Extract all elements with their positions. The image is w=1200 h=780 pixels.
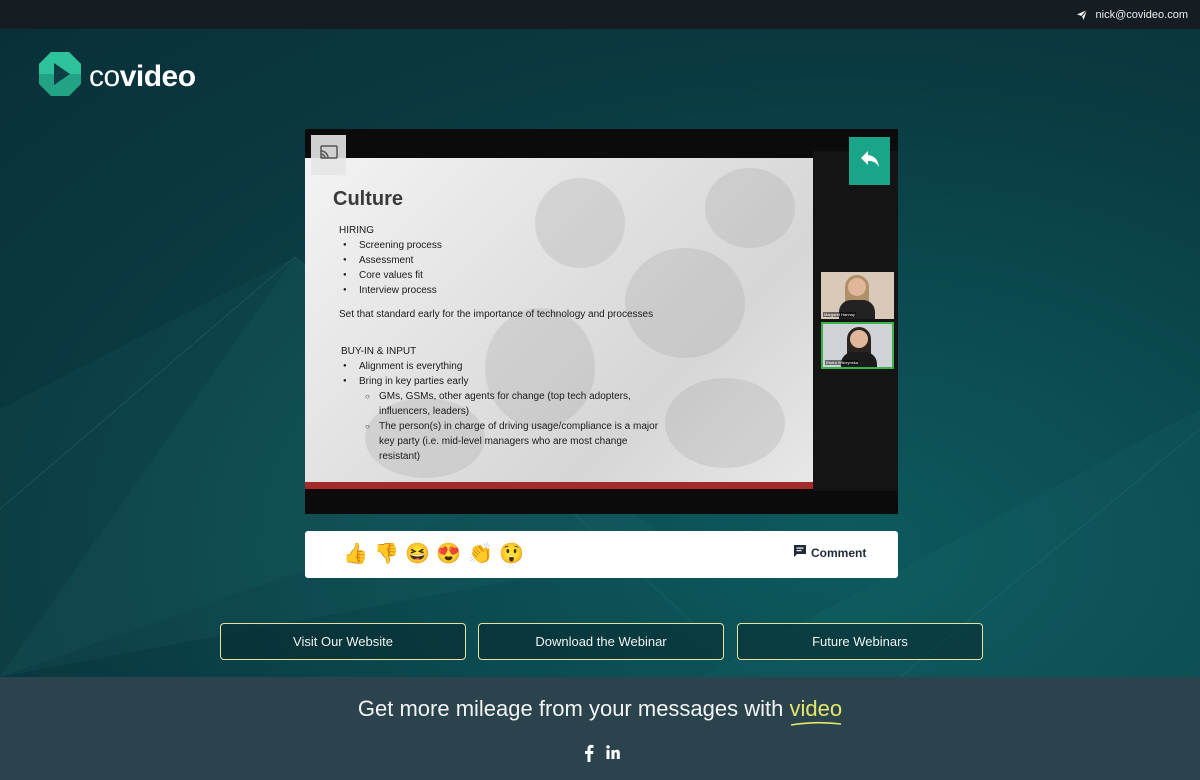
cast-button[interactable] [311, 135, 346, 175]
clapping-icon[interactable]: 👏 [468, 542, 493, 566]
cast-icon [319, 144, 338, 166]
list-item: GMs, GSMs, other agents for change (top … [339, 389, 649, 419]
comment-label: Comment [811, 545, 867, 560]
list-item: Assessment [339, 253, 669, 268]
visit-website-button[interactable]: Visit Our Website [220, 623, 466, 660]
heart-eyes-icon[interactable]: 😍 [436, 542, 461, 566]
list-item: Core values fit [339, 268, 669, 283]
laughing-icon[interactable]: 😆 [405, 542, 430, 566]
comment-button[interactable]: Comment [793, 544, 866, 561]
surprised-icon[interactable]: 😲 [499, 542, 524, 566]
user-email[interactable]: nick@covideo.com [1096, 9, 1188, 21]
footer-tagline: Get more mileage from your messages with… [0, 696, 1200, 726]
facebook-icon[interactable] [584, 744, 594, 767]
download-webinar-button[interactable]: Download the Webinar [478, 623, 724, 660]
list-item: Screening process [339, 238, 669, 253]
social-links [584, 744, 620, 767]
list-item: Bring in key parties early [339, 374, 669, 389]
reply-share-icon [860, 150, 880, 173]
slide-title: Culture [333, 188, 403, 210]
covideo-logo[interactable]: covideo [39, 52, 196, 101]
buyin-list: Alignment is everything Bring in key par… [339, 359, 669, 464]
covideo-logo-icon [39, 52, 81, 101]
thumbs-up-icon[interactable]: 👍 [343, 542, 368, 566]
slide-section-hiring: HIRING [339, 225, 374, 236]
footer: Get more mileage from your messages with… [0, 677, 1200, 780]
list-item: Alignment is everything [339, 359, 669, 374]
comment-icon [793, 544, 807, 561]
slide-body: HIRING Screening process Assessment Core… [339, 223, 669, 464]
brand-name: covideo [89, 59, 196, 93]
participant-thumbnail-active[interactable]: Elwira Wilczynska [821, 322, 894, 369]
reactions-bar: 👍 👎 😆 😍 👏 😲 Comment [305, 531, 898, 578]
tagline-highlight: video [790, 696, 842, 726]
slide-accent-bar [305, 482, 813, 489]
participant-name: Elwira Wilczynska [825, 360, 860, 365]
participant-thumbnail[interactable]: Margaret Hannay [821, 272, 894, 319]
slide-statement: Set that standard early for the importan… [339, 309, 654, 320]
reply-share-button[interactable] [849, 137, 890, 185]
top-bar: nick@covideo.com [0, 0, 1200, 29]
list-item: Interview process [339, 283, 669, 298]
send-icon [1076, 9, 1088, 21]
thumbs-down-icon[interactable]: 👎 [374, 542, 399, 566]
list-item: The person(s) in charge of driving usage… [339, 419, 669, 464]
participant-name: Margaret Hannay [823, 312, 856, 317]
video-player[interactable]: Culture HIRING Screening process Assessm… [305, 129, 898, 514]
slide-section-buyin: BUY-IN & INPUT [341, 346, 417, 357]
hiring-list: Screening process Assessment Core values… [339, 238, 669, 298]
future-webinars-button[interactable]: Future Webinars [737, 623, 983, 660]
presentation-slide: Culture HIRING Screening process Assessm… [305, 158, 813, 489]
linkedin-icon[interactable] [606, 744, 620, 767]
participants-panel: Margaret Hannay Elwira Wilczynska [813, 151, 898, 491]
